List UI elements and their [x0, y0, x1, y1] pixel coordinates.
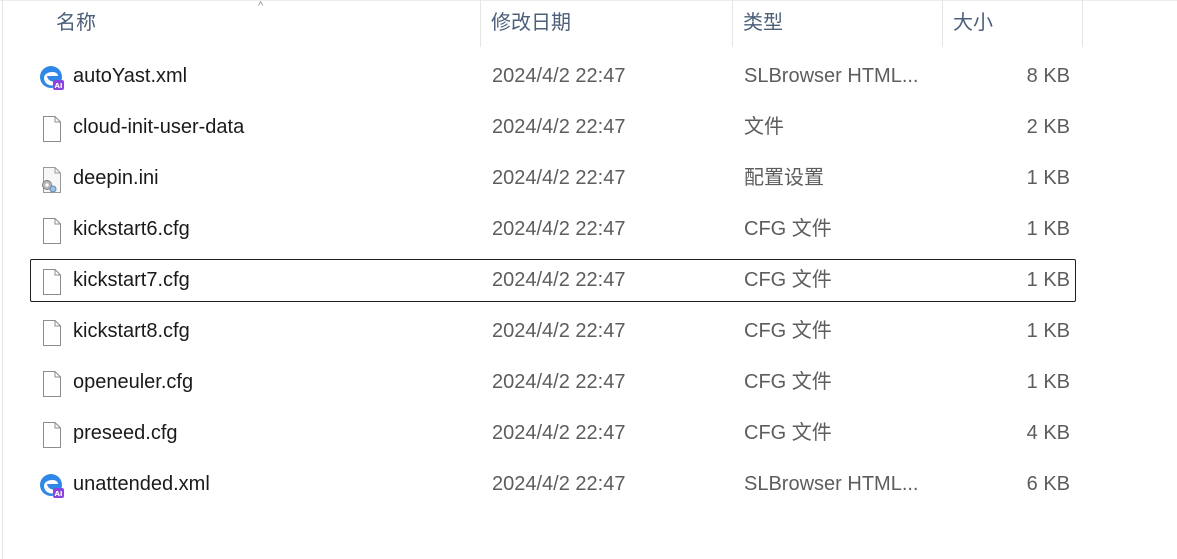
file-name: cloud-init-user-data: [73, 116, 245, 138]
file-row[interactable]: kickstart8.cfg 2024/4/2 22:47 CFG 文件 1 KB: [30, 310, 1076, 353]
file-row[interactable]: preseed.cfg 2024/4/2 22:47 CFG 文件 4 KB: [30, 412, 1076, 455]
column-header-type[interactable]: 类型: [733, 0, 942, 47]
file-name: openeuler.cfg: [73, 371, 194, 393]
column-header-bar: ^ 名称 修改日期 类型 大小: [0, 0, 1177, 47]
file-type: CFG 文件: [744, 422, 832, 444]
blank-file-icon: [39, 115, 65, 143]
blank-file-icon: [39, 268, 65, 296]
file-date-modified: 2024/4/2 22:47: [492, 422, 626, 444]
file-type: CFG 文件: [744, 269, 832, 291]
file-row[interactable]: kickstart7.cfg 2024/4/2 22:47 CFG 文件 1 KB: [30, 259, 1076, 302]
slbrowser-html-icon: AI: [39, 64, 65, 92]
file-name: preseed.cfg: [73, 422, 178, 444]
file-size: 1 KB: [1026, 218, 1070, 240]
config-settings-icon: [39, 166, 65, 194]
file-type: CFG 文件: [744, 218, 832, 240]
column-divider[interactable]: [1082, 0, 1083, 47]
file-list-pane: ^ 名称 修改日期 类型 大小 AI autoYast.xml 2024/4/2 …: [0, 0, 1177, 559]
file-size: 1 KB: [1026, 167, 1070, 189]
left-border: [2, 0, 3, 559]
file-row[interactable]: openeuler.cfg 2024/4/2 22:47 CFG 文件 1 KB: [30, 361, 1076, 404]
file-size: 2 KB: [1026, 116, 1070, 138]
file-row[interactable]: cloud-init-user-data 2024/4/2 22:47 文件 2 KB: [30, 106, 1076, 149]
file-date-modified: 2024/4/2 22:47: [492, 167, 626, 189]
file-row[interactable]: AI unattended.xml 2024/4/2 22:47 SLBrowser…: [30, 463, 1076, 506]
file-size: 8 KB: [1026, 65, 1070, 87]
svg-text:AI: AI: [54, 490, 62, 498]
blank-file-icon: [39, 319, 65, 347]
file-date-modified: 2024/4/2 22:47: [492, 320, 626, 342]
file-row[interactable]: AI autoYast.xml 2024/4/2 22:47 SLBrowser H…: [30, 55, 1076, 98]
file-size: 1 KB: [1026, 371, 1070, 393]
file-size: 1 KB: [1026, 320, 1070, 342]
column-header-name[interactable]: 名称: [46, 0, 480, 47]
slbrowser-html-icon: AI: [39, 472, 65, 500]
file-date-modified: 2024/4/2 22:47: [492, 65, 626, 87]
column-header-size[interactable]: 大小: [943, 0, 1082, 47]
file-name: unattended.xml: [73, 473, 210, 495]
blank-file-icon: [39, 421, 65, 449]
file-type: SLBrowser HTML...: [744, 65, 919, 87]
file-name: deepin.ini: [73, 167, 159, 189]
svg-text:AI: AI: [54, 82, 62, 90]
file-type: 文件: [744, 116, 784, 138]
file-type: SLBrowser HTML...: [744, 473, 919, 495]
file-date-modified: 2024/4/2 22:47: [492, 371, 626, 393]
file-date-modified: 2024/4/2 22:47: [492, 116, 626, 138]
blank-file-icon: [39, 370, 65, 398]
file-row[interactable]: kickstart6.cfg 2024/4/2 22:47 CFG 文件 1 KB: [30, 208, 1076, 251]
file-name: kickstart6.cfg: [73, 218, 190, 240]
file-date-modified: 2024/4/2 22:47: [492, 218, 626, 240]
file-type: CFG 文件: [744, 320, 832, 342]
file-date-modified: 2024/4/2 22:47: [492, 269, 626, 291]
file-size: 6 KB: [1026, 473, 1070, 495]
column-header-date[interactable]: 修改日期: [481, 0, 732, 47]
file-name: autoYast.xml: [73, 65, 188, 87]
file-date-modified: 2024/4/2 22:47: [492, 473, 626, 495]
file-type: 配置设置: [744, 167, 824, 189]
file-name: kickstart7.cfg: [73, 269, 190, 291]
file-type: CFG 文件: [744, 371, 832, 393]
file-row[interactable]: deepin.ini 2024/4/2 22:47 配置设置 1 KB: [30, 157, 1076, 200]
file-size: 4 KB: [1026, 422, 1070, 444]
blank-file-icon: [39, 217, 65, 245]
file-size: 1 KB: [1026, 269, 1070, 291]
file-name: kickstart8.cfg: [73, 320, 190, 342]
